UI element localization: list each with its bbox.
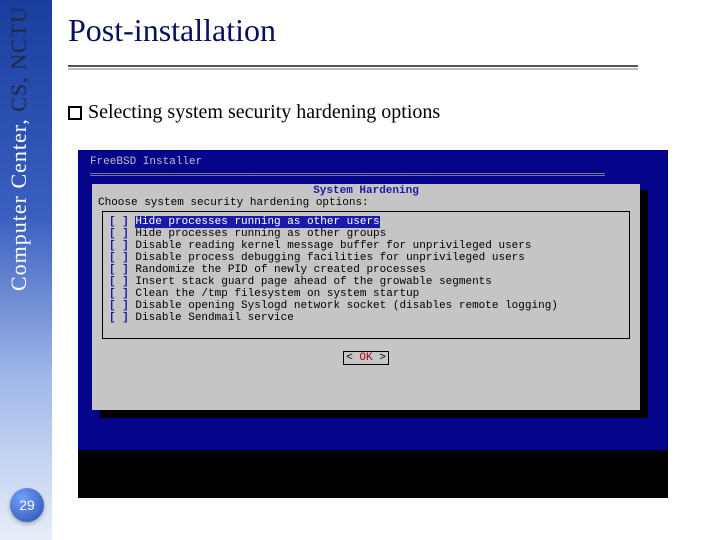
installer-screenshot: FreeBSD Installer ══════════════════════…: [78, 150, 668, 450]
option-stack-guard[interactable]: [ ] Insert stack guard page ahead of the…: [109, 276, 623, 288]
option-label: Hide processes running as other users: [135, 216, 379, 228]
ok-button[interactable]: < OK >: [343, 351, 389, 365]
divider-line: ════════════════════════════════════════…: [90, 170, 650, 184]
checkbox-icon: [ ]: [109, 300, 129, 312]
option-clean-tmp[interactable]: [ ] Clean the /tmp filesystem on system …: [109, 288, 623, 300]
option-label: Disable reading kernel message buffer fo…: [135, 240, 531, 252]
checkbox-icon: [ ]: [109, 240, 129, 252]
option-label: Hide processes running as other groups: [135, 228, 386, 240]
option-disable-debug[interactable]: [ ] Disable process debugging facilities…: [109, 252, 623, 264]
checkbox-icon: [ ]: [109, 228, 129, 240]
title-underline: [68, 65, 638, 67]
terminal-area: FreeBSD Installer ══════════════════════…: [90, 156, 650, 184]
option-label: Disable opening Syslogd network socket (…: [135, 300, 557, 312]
checkbox-icon: [ ]: [109, 264, 129, 276]
option-label: Disable Sendmail service: [135, 312, 293, 324]
option-disable-dmesg[interactable]: [ ] Disable reading kernel message buffe…: [109, 240, 623, 252]
sidebar-org-light: Computer Center,: [6, 112, 31, 291]
option-disable-syslogd-net[interactable]: [ ] Disable opening Syslogd network sock…: [109, 300, 623, 312]
hardening-dialog: System Hardening Choose system security …: [92, 184, 640, 410]
dialog-prompt: Choose system security hardening options…: [98, 197, 634, 209]
bottom-black-strip: [78, 450, 668, 498]
checkbox-icon: [ ]: [109, 252, 129, 264]
page-number: 29: [19, 497, 35, 513]
checkbox-icon: [ ]: [109, 312, 129, 324]
option-label: Insert stack guard page ahead of the gro…: [135, 276, 491, 288]
bullet-square-icon: [68, 106, 82, 120]
page-title: Post-installation: [68, 12, 708, 61]
sidebar-org-dark: CS, NCTU: [6, 6, 31, 112]
installer-header: FreeBSD Installer: [90, 156, 650, 170]
chevron-left-icon: <: [346, 352, 359, 364]
option-hide-proc-groups[interactable]: [ ] Hide processes running as other grou…: [109, 228, 623, 240]
checkbox-icon: [ ]: [109, 216, 129, 228]
dialog-title: System Hardening: [98, 185, 634, 197]
page-number-badge: 29: [10, 488, 44, 522]
checkbox-icon: [ ]: [109, 276, 129, 288]
option-hide-proc-users[interactable]: [ ] Hide processes running as other user…: [109, 216, 623, 228]
option-disable-sendmail[interactable]: [ ] Disable Sendmail service: [109, 312, 623, 324]
ok-label: OK: [359, 352, 372, 364]
sidebar-org-label: Computer Center, CS, NCTU: [6, 6, 32, 291]
options-box: [ ] Hide processes running as other user…: [102, 211, 630, 339]
chevron-right-icon: >: [373, 352, 386, 364]
subtitle-text: Selecting system security hardening opti…: [88, 101, 440, 124]
sidebar-strip: Computer Center, CS, NCTU: [0, 0, 52, 540]
option-random-pid[interactable]: [ ] Randomize the PID of newly created p…: [109, 264, 623, 276]
subtitle-row: Selecting system security hardening opti…: [68, 101, 708, 124]
content-area: Post-installation Selecting system secur…: [68, 12, 708, 124]
checkbox-icon: [ ]: [109, 288, 129, 300]
option-label: Randomize the PID of newly created proce…: [135, 264, 425, 276]
option-label: Clean the /tmp filesystem on system star…: [135, 288, 419, 300]
option-label: Disable process debugging facilities for…: [135, 252, 524, 264]
ok-row: < OK >: [98, 351, 634, 365]
